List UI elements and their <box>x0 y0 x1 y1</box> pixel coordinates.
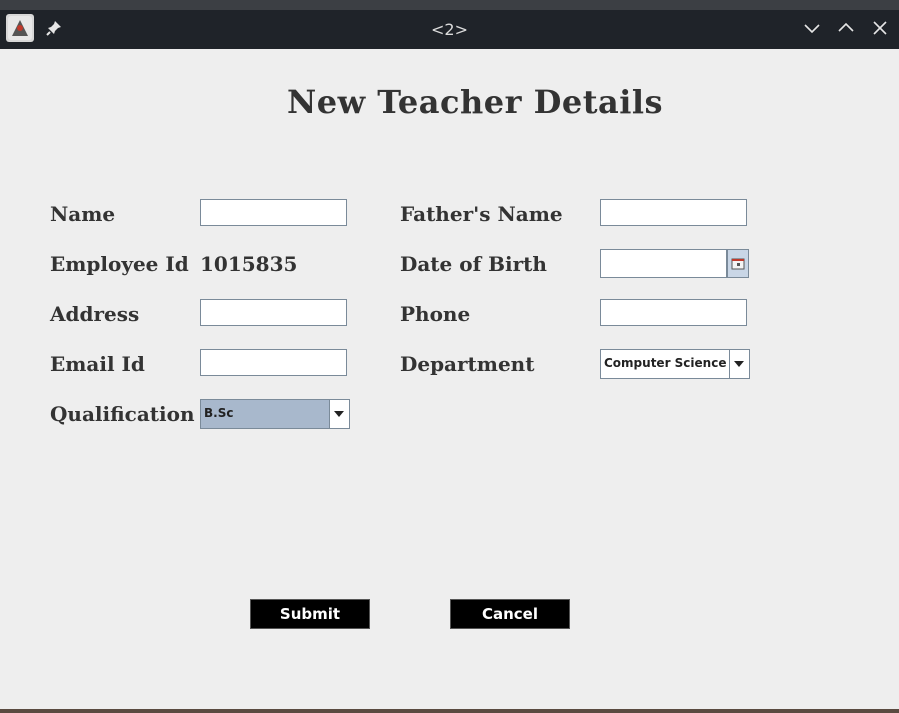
qualification-selected: B.Sc <box>204 406 234 420</box>
dob-label: Date of Birth <box>400 252 547 276</box>
submit-button[interactable]: Submit <box>250 599 370 629</box>
cancel-button[interactable]: Cancel <box>450 599 570 629</box>
address-field[interactable] <box>200 299 347 326</box>
employee-id-label: Employee Id <box>50 252 189 276</box>
department-label: Department <box>400 352 535 376</box>
name-field[interactable] <box>200 199 347 226</box>
employee-id-value: 1015835 <box>200 252 298 276</box>
window-titlebar[interactable]: <2> <box>0 10 899 49</box>
dob-field[interactable] <box>600 249 727 278</box>
department-selected: Computer Science <box>604 356 727 370</box>
desktop-bottom-strip <box>0 709 899 713</box>
qualification-label: Qualification <box>50 402 195 426</box>
fathers-name-label: Father's Name <box>400 202 563 226</box>
name-label: Name <box>50 202 116 226</box>
department-select[interactable]: Computer Science <box>600 349 750 379</box>
fathers-name-field[interactable] <box>600 199 747 226</box>
chevron-down-icon[interactable] <box>329 400 349 428</box>
minimize-icon[interactable] <box>803 19 821 37</box>
qualification-select[interactable]: B.Sc <box>200 399 350 429</box>
phone-field[interactable] <box>600 299 747 326</box>
maximize-icon[interactable] <box>837 19 855 37</box>
address-label: Address <box>50 302 140 326</box>
window-title: <2> <box>431 20 468 39</box>
desktop-top-strip <box>0 0 899 10</box>
calendar-icon <box>731 258 745 270</box>
page-title: New Teacher Details <box>286 83 664 121</box>
email-label: Email Id <box>50 352 145 376</box>
form-panel: New Teacher Details Name Employee Id 101… <box>0 49 899 709</box>
chevron-down-icon[interactable] <box>729 350 749 378</box>
phone-label: Phone <box>400 302 471 326</box>
calendar-button[interactable] <box>727 249 749 278</box>
email-field[interactable] <box>200 349 347 376</box>
close-icon[interactable] <box>871 19 889 37</box>
